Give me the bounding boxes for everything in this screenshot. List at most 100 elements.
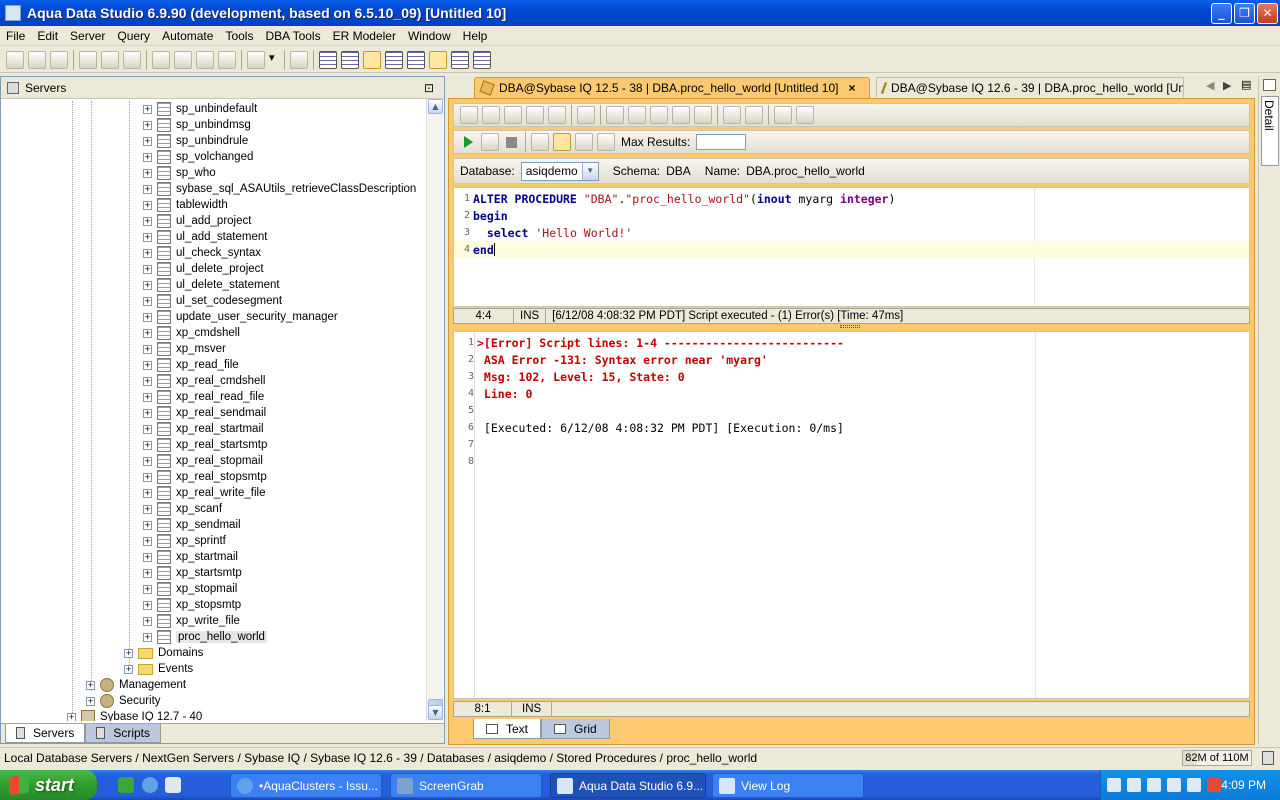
tree-item-procedure[interactable]: + ul_delete_project: [143, 261, 264, 277]
connection-icon[interactable]: [1167, 778, 1181, 792]
save-as-icon[interactable]: [526, 106, 544, 124]
layout-table-icon[interactable]: [385, 50, 403, 69]
tree-item-procedure[interactable]: + xp_real_stopmail: [143, 453, 263, 469]
expand-icon[interactable]: +: [143, 552, 152, 562]
close-tab-icon[interactable]: ×: [848, 81, 855, 95]
detail-panel-icon[interactable]: [1263, 79, 1276, 91]
tree-item-procedure[interactable]: + xp_real_startsmtp: [143, 437, 267, 453]
connect-icon[interactable]: [79, 50, 97, 69]
query-builder-icon[interactable]: [174, 50, 192, 69]
expand-icon[interactable]: +: [143, 264, 152, 274]
scroll-up-icon[interactable]: ▲: [428, 99, 443, 114]
expand-icon[interactable]: +: [143, 408, 152, 418]
compare-icon[interactable]: [196, 50, 214, 69]
tab-scripts[interactable]: Scripts: [85, 724, 162, 743]
close-button[interactable]: ✕: [1257, 3, 1278, 24]
expand-icon[interactable]: +: [124, 664, 133, 674]
replace-icon[interactable]: [796, 106, 814, 124]
expand-icon[interactable]: +: [143, 232, 152, 242]
results-text-icon[interactable]: [575, 133, 593, 151]
tree-item-procedure[interactable]: + xp_startmail: [143, 549, 238, 565]
open-icon[interactable]: [460, 106, 478, 124]
print-icon[interactable]: [290, 50, 308, 69]
tree-item-procedure[interactable]: + ul_add_project: [143, 213, 251, 229]
tree-item-folder[interactable]: + Domains: [124, 645, 203, 661]
expand-icon[interactable]: +: [143, 600, 152, 610]
cut-icon[interactable]: [606, 106, 624, 124]
expand-icon[interactable]: +: [143, 200, 152, 210]
phone-icon[interactable]: [1147, 778, 1161, 792]
expand-icon[interactable]: +: [143, 280, 152, 290]
tree-item-procedure[interactable]: + xp_real_startmail: [143, 421, 264, 437]
expand-icon[interactable]: +: [67, 712, 76, 721]
quicklaunch-icon[interactable]: [165, 777, 181, 793]
layout-columns-icon[interactable]: [473, 50, 491, 69]
ie-icon[interactable]: [142, 777, 158, 793]
expand-icon[interactable]: +: [143, 168, 152, 178]
menu-edit[interactable]: Edit: [31, 29, 64, 43]
tree-item-procedure[interactable]: + xp_real_read_file: [143, 389, 264, 405]
scripts-icon[interactable]: [247, 50, 265, 69]
task-screengrab[interactable]: ScreenGrab: [390, 773, 542, 798]
copy-icon[interactable]: [628, 106, 646, 124]
menu-help[interactable]: Help: [457, 29, 494, 43]
chevron-down-icon[interactable]: ▼: [581, 162, 598, 180]
menu-er-modeler[interactable]: ER Modeler: [327, 29, 402, 43]
expand-icon[interactable]: +: [143, 328, 152, 338]
expand-icon[interactable]: +: [143, 376, 152, 386]
maximize-panel-icon[interactable]: ⊡: [424, 81, 434, 95]
expand-icon[interactable]: +: [143, 472, 152, 482]
tree-item-procedure[interactable]: + sp_unbindrule: [143, 133, 248, 149]
tree-item-procedure[interactable]: + xp_real_sendmail: [143, 405, 266, 421]
tree-item-security[interactable]: + Security: [86, 693, 161, 709]
expand-icon[interactable]: +: [143, 456, 152, 466]
tree-item-procedure[interactable]: + ul_delete_statement: [143, 277, 280, 293]
sql-editor[interactable]: 1 ALTER PROCEDURE "DBA". "proc_hello_worl…: [453, 187, 1250, 307]
tree-item-procedure[interactable]: + sybase_sql_ASAUtils_retrieveClassDescri…: [143, 181, 416, 197]
unregister-server-icon[interactable]: [28, 50, 46, 69]
save-all-icon[interactable]: [548, 106, 566, 124]
expand-icon[interactable]: +: [143, 568, 152, 578]
expand-icon[interactable]: +: [143, 360, 152, 370]
expand-icon[interactable]: +: [143, 136, 152, 146]
redo-icon[interactable]: [694, 106, 712, 124]
execute-icon[interactable]: [464, 136, 473, 148]
menu-file[interactable]: File: [0, 29, 31, 43]
tab-scroll-right-icon[interactable]: ▶: [1223, 79, 1231, 92]
results-text-pane[interactable]: 1 >[Error] Script lines: 1-4 ------------…: [453, 331, 1250, 699]
tree-item-procedure[interactable]: + xp_sprintf: [143, 533, 226, 549]
tree-scrollbar[interactable]: ▲ ▼: [426, 99, 443, 721]
minimize-button[interactable]: _: [1211, 3, 1232, 24]
schema-browser-icon[interactable]: [218, 50, 236, 69]
tree-item-procedure[interactable]: + ul_set_codesegment: [143, 293, 282, 309]
tree-item-procedure[interactable]: + xp_startsmtp: [143, 565, 242, 581]
tree-item-procedure[interactable]: + xp_cmdshell: [143, 325, 240, 341]
disconnect-icon[interactable]: [101, 50, 119, 69]
max-results-input[interactable]: [696, 134, 747, 150]
tree-item-folder[interactable]: + Events: [124, 661, 193, 677]
explain-plan-icon[interactable]: [597, 133, 615, 151]
layout-split-icon[interactable]: [341, 50, 359, 69]
expand-icon[interactable]: +: [143, 296, 152, 306]
results-grid-icon[interactable]: [553, 133, 571, 151]
tree-item-procedure[interactable]: + update_user_security_manager: [143, 309, 338, 325]
open-folder-icon[interactable]: [482, 106, 500, 124]
undo-icon[interactable]: [672, 106, 690, 124]
expand-icon[interactable]: +: [143, 248, 152, 258]
refresh-icon[interactable]: [123, 50, 141, 69]
save-icon[interactable]: [504, 106, 522, 124]
server-properties-icon[interactable]: [50, 50, 68, 69]
task-aquaclusters[interactable]: •AquaClusters - Issu...: [230, 773, 382, 798]
tree-item-procedure[interactable]: + xp_stopmail: [143, 581, 237, 597]
expand-icon[interactable]: +: [86, 696, 95, 706]
database-select[interactable]: asiqdemo ▼: [520, 161, 599, 181]
menu-dba-tools[interactable]: DBA Tools: [259, 29, 326, 43]
layout-list-icon[interactable]: [407, 50, 425, 69]
tree-item-procedure[interactable]: + sp_volchanged: [143, 149, 253, 165]
expand-icon[interactable]: +: [143, 392, 152, 402]
menu-window[interactable]: Window: [402, 29, 457, 43]
scroll-down-icon[interactable]: ▼: [428, 705, 443, 720]
garbage-collect-icon[interactable]: [1262, 751, 1274, 765]
tree-item-procedure[interactable]: + xp_real_stopsmtp: [143, 469, 267, 485]
menu-automate[interactable]: Automate: [156, 29, 219, 43]
